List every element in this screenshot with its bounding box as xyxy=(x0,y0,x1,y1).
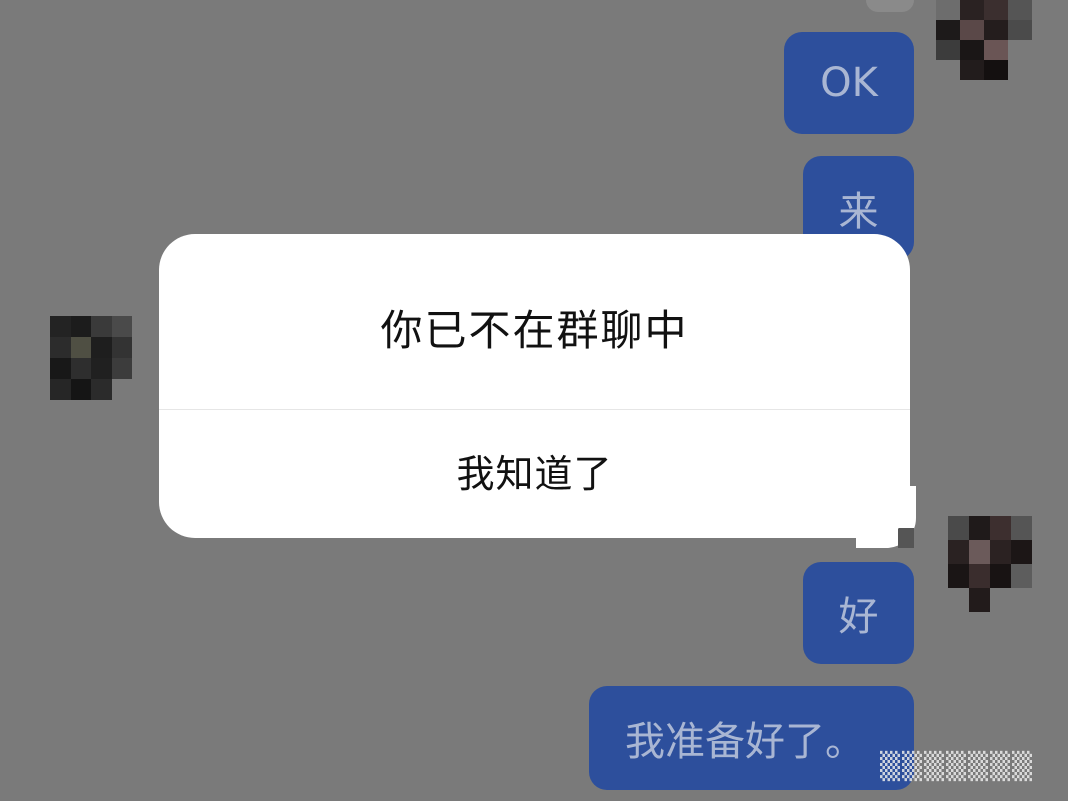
message-text: 好 xyxy=(838,594,879,640)
message-bubble-ok[interactable]: OK xyxy=(784,32,914,134)
message-bubble-hao[interactable]: 好 xyxy=(803,562,914,664)
bubble-fragment xyxy=(866,0,914,12)
avatar-self-bottom[interactable] xyxy=(948,516,1032,612)
message-text: 我准备好了。 xyxy=(625,719,865,765)
watermark: ▒▒▒▒▒▒▒ xyxy=(880,752,1034,782)
message-text: OK xyxy=(820,60,878,106)
chat-window: OK 来 好 我准备好了。 ▒▒▒▒▒▒▒ 你已不在群聊中 我知道了 xyxy=(0,0,1068,801)
message-text: 来 xyxy=(838,189,879,235)
dialog-corner-notch xyxy=(898,528,914,548)
alert-confirm-button[interactable]: 我知道了 xyxy=(159,410,910,538)
alert-message: 你已不在群聊中 xyxy=(159,234,910,410)
avatar-member-left[interactable] xyxy=(50,316,132,400)
alert-dialog: 你已不在群聊中 我知道了 xyxy=(159,234,910,538)
message-bubble-ready[interactable]: 我准备好了。 xyxy=(589,686,914,790)
avatar-self-top[interactable] xyxy=(936,0,1032,80)
